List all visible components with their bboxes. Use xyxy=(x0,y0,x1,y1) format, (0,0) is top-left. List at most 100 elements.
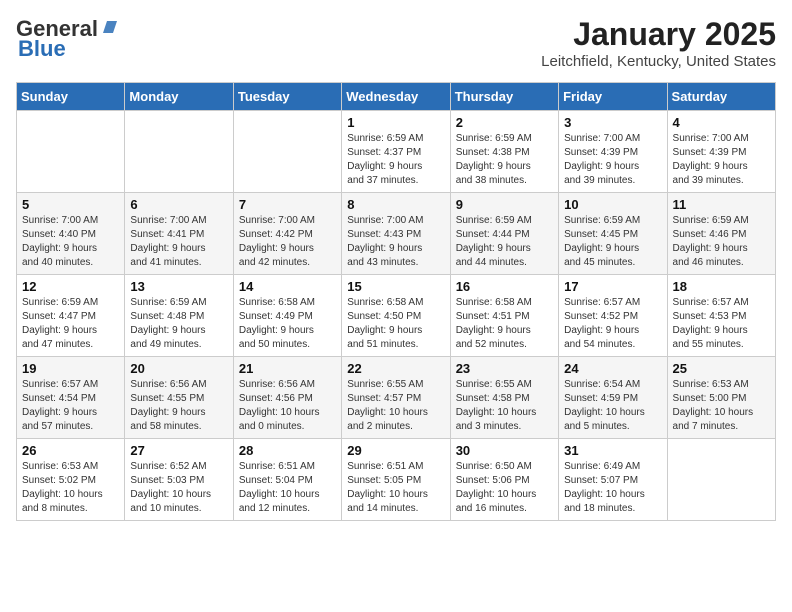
day-info: Sunrise: 6:59 AM Sunset: 4:47 PM Dayligh… xyxy=(22,296,119,352)
logo-icon xyxy=(99,17,119,37)
day-info: Sunrise: 6:56 AM Sunset: 4:56 PM Dayligh… xyxy=(239,378,336,434)
day-number: 9 xyxy=(456,197,553,212)
day-number: 25 xyxy=(673,361,770,376)
weekday-header-friday: Friday xyxy=(559,83,667,111)
day-info: Sunrise: 6:50 AM Sunset: 5:06 PM Dayligh… xyxy=(456,460,553,516)
calendar-cell: 25 Sunrise: 6:53 AM Sunset: 5:00 PM Dayli… xyxy=(667,357,775,439)
calendar-cell: 21 Sunrise: 6:56 AM Sunset: 4:56 PM Dayli… xyxy=(233,357,341,439)
day-number: 11 xyxy=(673,197,770,212)
day-info: Sunrise: 6:54 AM Sunset: 4:59 PM Dayligh… xyxy=(564,378,661,434)
day-number: 4 xyxy=(673,115,770,130)
calendar-cell: 20 Sunrise: 6:56 AM Sunset: 4:55 PM Dayli… xyxy=(125,357,233,439)
day-info: Sunrise: 6:59 AM Sunset: 4:45 PM Dayligh… xyxy=(564,214,661,270)
day-number: 30 xyxy=(456,443,553,458)
month-title: January 2025 xyxy=(541,16,776,53)
calendar-cell: 8 Sunrise: 7:00 AM Sunset: 4:43 PM Daylig… xyxy=(342,193,450,275)
calendar-cell: 7 Sunrise: 7:00 AM Sunset: 4:42 PM Daylig… xyxy=(233,193,341,275)
calendar-table: SundayMondayTuesdayWednesdayThursdayFrid… xyxy=(16,82,776,521)
day-info: Sunrise: 6:58 AM Sunset: 4:49 PM Dayligh… xyxy=(239,296,336,352)
weekday-header-sunday: Sunday xyxy=(17,83,125,111)
calendar-cell: 22Sunrise: 6:55 AM Sunset: 4:57 PM Dayli… xyxy=(342,357,450,439)
day-number: 10 xyxy=(564,197,661,212)
calendar-cell: 2 Sunrise: 6:59 AM Sunset: 4:38 PM Daylig… xyxy=(450,111,558,193)
day-number: 28 xyxy=(239,443,336,458)
calendar-cell: 18Sunrise: 6:57 AM Sunset: 4:53 PM Dayli… xyxy=(667,275,775,357)
day-number: 18 xyxy=(673,279,770,294)
day-number: 7 xyxy=(239,197,336,212)
calendar-cell: 30 Sunrise: 6:50 AM Sunset: 5:06 PM Dayli… xyxy=(450,439,558,521)
calendar-week-row: 5 Sunrise: 7:00 AM Sunset: 4:40 PM Daylig… xyxy=(17,193,776,275)
day-number: 21 xyxy=(239,361,336,376)
day-info: Sunrise: 6:52 AM Sunset: 5:03 PM Dayligh… xyxy=(130,460,227,516)
day-info: Sunrise: 6:51 AM Sunset: 5:05 PM Dayligh… xyxy=(347,460,444,516)
day-number: 2 xyxy=(456,115,553,130)
day-number: 27 xyxy=(130,443,227,458)
day-number: 14 xyxy=(239,279,336,294)
page-header: General Blue January 2025 Leitchfield, K… xyxy=(16,16,776,70)
calendar-cell: 14 Sunrise: 6:58 AM Sunset: 4:49 PM Dayli… xyxy=(233,275,341,357)
day-number: 6 xyxy=(130,197,227,212)
title-area: January 2025 Leitchfield, Kentucky, Unit… xyxy=(541,16,776,70)
day-info: Sunrise: 6:58 AM Sunset: 4:51 PM Dayligh… xyxy=(456,296,553,352)
day-number: 31 xyxy=(564,443,661,458)
day-number: 15 xyxy=(347,279,444,294)
calendar-cell: 5 Sunrise: 7:00 AM Sunset: 4:40 PM Daylig… xyxy=(17,193,125,275)
day-info: Sunrise: 6:53 AM Sunset: 5:02 PM Dayligh… xyxy=(22,460,119,516)
calendar-week-row: 19 Sunrise: 6:57 AM Sunset: 4:54 PM Dayli… xyxy=(17,357,776,439)
day-number: 13 xyxy=(130,279,227,294)
day-info: Sunrise: 7:00 AM Sunset: 4:39 PM Dayligh… xyxy=(673,132,770,188)
calendar-cell: 6 Sunrise: 7:00 AM Sunset: 4:41 PM Daylig… xyxy=(125,193,233,275)
day-number: 5 xyxy=(22,197,119,212)
day-info: Sunrise: 6:51 AM Sunset: 5:04 PM Dayligh… xyxy=(239,460,336,516)
logo-blue-text: Blue xyxy=(18,36,66,62)
calendar-cell: 1 Sunrise: 6:59 AM Sunset: 4:37 PM Daylig… xyxy=(342,111,450,193)
logo: General Blue xyxy=(16,16,119,62)
day-number: 16 xyxy=(456,279,553,294)
weekday-header-monday: Monday xyxy=(125,83,233,111)
calendar-cell: 19 Sunrise: 6:57 AM Sunset: 4:54 PM Dayli… xyxy=(17,357,125,439)
calendar-week-row: 1 Sunrise: 6:59 AM Sunset: 4:37 PM Daylig… xyxy=(17,111,776,193)
calendar-cell: 3Sunrise: 7:00 AM Sunset: 4:39 PM Daylig… xyxy=(559,111,667,193)
location-title: Leitchfield, Kentucky, United States xyxy=(541,53,776,70)
weekday-header-saturday: Saturday xyxy=(667,83,775,111)
calendar-cell: 10 Sunrise: 6:59 AM Sunset: 4:45 PM Dayli… xyxy=(559,193,667,275)
calendar-cell: 16 Sunrise: 6:58 AM Sunset: 4:51 PM Dayli… xyxy=(450,275,558,357)
day-number: 8 xyxy=(347,197,444,212)
day-number: 26 xyxy=(22,443,119,458)
day-number: 23 xyxy=(456,361,553,376)
day-info: Sunrise: 6:58 AM Sunset: 4:50 PM Dayligh… xyxy=(347,296,444,352)
day-info: Sunrise: 6:56 AM Sunset: 4:55 PM Dayligh… xyxy=(130,378,227,434)
calendar-cell: 11 Sunrise: 6:59 AM Sunset: 4:46 PM Dayli… xyxy=(667,193,775,275)
calendar-cell xyxy=(17,111,125,193)
day-info: Sunrise: 6:49 AM Sunset: 5:07 PM Dayligh… xyxy=(564,460,661,516)
calendar-cell: 12 Sunrise: 6:59 AM Sunset: 4:47 PM Dayli… xyxy=(17,275,125,357)
day-number: 20 xyxy=(130,361,227,376)
day-number: 3 xyxy=(564,115,661,130)
day-number: 19 xyxy=(22,361,119,376)
calendar-cell: 27 Sunrise: 6:52 AM Sunset: 5:03 PM Dayli… xyxy=(125,439,233,521)
calendar-cell: 9 Sunrise: 6:59 AM Sunset: 4:44 PM Daylig… xyxy=(450,193,558,275)
calendar-cell: 23Sunrise: 6:55 AM Sunset: 4:58 PM Dayli… xyxy=(450,357,558,439)
calendar-cell: 28 Sunrise: 6:51 AM Sunset: 5:04 PM Dayli… xyxy=(233,439,341,521)
day-info: Sunrise: 6:59 AM Sunset: 4:38 PM Dayligh… xyxy=(456,132,553,188)
calendar-week-row: 12 Sunrise: 6:59 AM Sunset: 4:47 PM Dayli… xyxy=(17,275,776,357)
day-info: Sunrise: 6:57 AM Sunset: 4:54 PM Dayligh… xyxy=(22,378,119,434)
day-info: Sunrise: 7:00 AM Sunset: 4:42 PM Dayligh… xyxy=(239,214,336,270)
day-info: Sunrise: 7:00 AM Sunset: 4:40 PM Dayligh… xyxy=(22,214,119,270)
calendar-cell: 31 Sunrise: 6:49 AM Sunset: 5:07 PM Dayli… xyxy=(559,439,667,521)
day-info: Sunrise: 6:59 AM Sunset: 4:37 PM Dayligh… xyxy=(347,132,444,188)
day-info: Sunrise: 6:53 AM Sunset: 5:00 PM Dayligh… xyxy=(673,378,770,434)
day-info: Sunrise: 6:59 AM Sunset: 4:44 PM Dayligh… xyxy=(456,214,553,270)
day-number: 1 xyxy=(347,115,444,130)
calendar-cell: 13Sunrise: 6:59 AM Sunset: 4:48 PM Dayli… xyxy=(125,275,233,357)
day-info: Sunrise: 6:59 AM Sunset: 4:46 PM Dayligh… xyxy=(673,214,770,270)
day-info: Sunrise: 7:00 AM Sunset: 4:41 PM Dayligh… xyxy=(130,214,227,270)
calendar-cell: 24Sunrise: 6:54 AM Sunset: 4:59 PM Dayli… xyxy=(559,357,667,439)
calendar-cell: 4 Sunrise: 7:00 AM Sunset: 4:39 PM Daylig… xyxy=(667,111,775,193)
calendar-cell: 17Sunrise: 6:57 AM Sunset: 4:52 PM Dayli… xyxy=(559,275,667,357)
day-info: Sunrise: 7:00 AM Sunset: 4:43 PM Dayligh… xyxy=(347,214,444,270)
day-number: 12 xyxy=(22,279,119,294)
day-number: 29 xyxy=(347,443,444,458)
calendar-cell: 15 Sunrise: 6:58 AM Sunset: 4:50 PM Dayli… xyxy=(342,275,450,357)
calendar-cell xyxy=(125,111,233,193)
